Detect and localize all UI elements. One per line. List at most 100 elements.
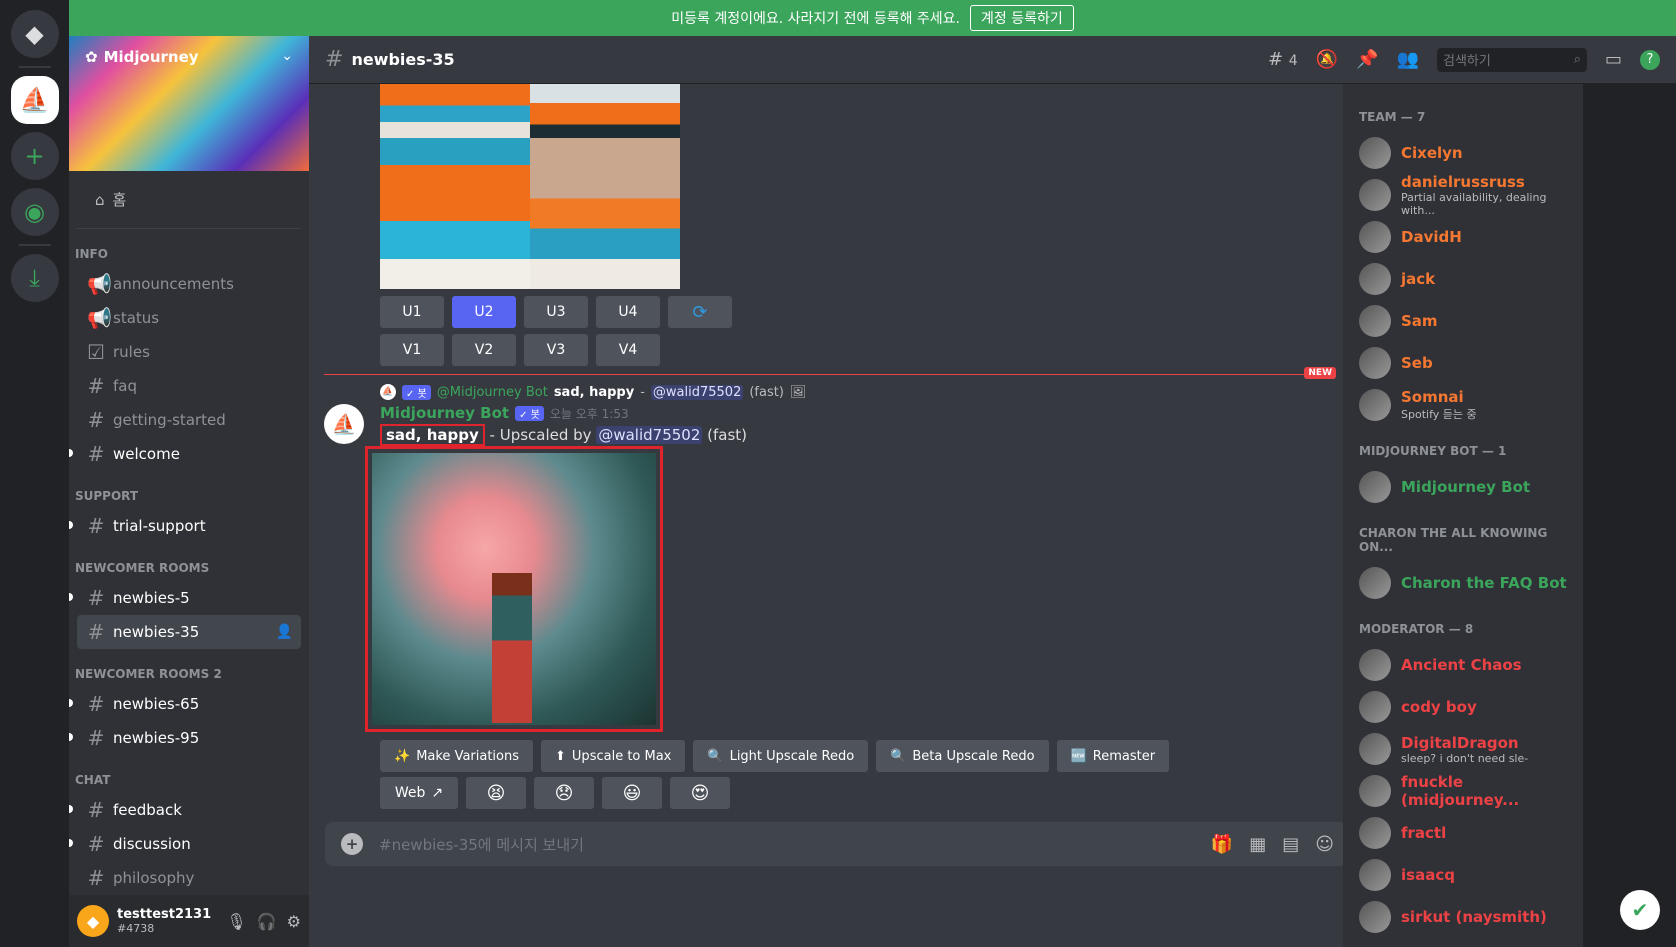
category-info[interactable]: INFO [69,229,309,267]
headphones-icon[interactable]: 🎧 [257,912,277,931]
member-item[interactable]: Cixelyn [1359,132,1575,174]
member-list-icon[interactable]: 👥 [1397,49,1419,70]
channel-label: announcements [113,275,234,293]
channel-newbies-35[interactable]: # newbies-35 👤 [77,615,301,649]
member-item[interactable]: Seb [1359,342,1575,384]
server-list: ◆ ⛵ + ◉ ⤓ [0,0,69,947]
help-icon[interactable]: ? [1640,49,1660,70]
u1-button[interactable]: U1 [380,296,444,328]
button-label: Upscale to Max [571,748,672,764]
member-name: Ancient Chaos [1401,656,1522,674]
user-avatar[interactable]: ◆ [77,905,109,937]
thread-hash-icon: # [87,692,105,716]
midjourney-server-icon[interactable]: ⛵ [10,76,59,124]
channel-feedback[interactable]: # feedback [69,793,301,827]
discord-home-icon[interactable]: ◆ [10,10,59,58]
message-composer[interactable]: + #newbies-35에 메시지 보내기 🎁 ▦ ▤ ☺ [325,822,1350,866]
v4-button[interactable]: V4 [596,334,660,366]
heart-eyes-face-icon[interactable]: 😍 [670,777,730,809]
bot-avatar[interactable]: ⛵ [324,404,364,444]
inbox-icon[interactable]: ▭ [1605,49,1622,70]
member-item[interactable]: danielrussruss Partial availability, deal… [1359,173,1575,217]
tired-face-icon[interactable]: 😫 [466,777,526,809]
member-item[interactable]: isaacq [1359,854,1575,896]
member-name: Charon the FAQ Bot [1401,574,1567,592]
u2-button[interactable]: U2 [452,296,516,328]
member-item[interactable]: fractl [1359,812,1575,854]
member-item[interactable]: Charon the FAQ Bot [1359,562,1575,604]
channel-welcome[interactable]: # welcome [69,437,301,471]
reroll-icon[interactable]: ⟳ [668,296,732,328]
gif-icon[interactable]: ▦ [1249,834,1266,855]
server-banner[interactable]: ✿ Midjourney ⌄ [69,36,309,171]
channel-discussion[interactable]: # discussion [69,827,301,861]
upscaled-image[interactable] [365,446,663,732]
member-item[interactable]: Sam [1359,300,1575,342]
thread-hash-icon: # [87,620,105,644]
upscale-to-max-button[interactable]: ⬆ Upscale to Max [541,740,686,772]
search-input[interactable]: 검색하기 ⌕ [1436,47,1587,72]
channel-status[interactable]: 📢 status [77,301,301,335]
member-item[interactable]: Somnai Spotify 듣는 중 [1359,384,1575,426]
disappointed-face-icon[interactable]: 😞 [534,777,594,809]
member-item[interactable]: Midjourney Bot [1359,466,1575,508]
member-item[interactable]: DigitalDragon sleep? i don't need sle- [1359,728,1575,770]
member-item[interactable]: cody boy [1359,686,1575,728]
member-name: Somnai [1401,388,1464,406]
threads-icon[interactable]: # 4 [1268,49,1298,70]
gift-icon[interactable]: 🎁 [1211,834,1233,855]
u3-button[interactable]: U3 [524,296,588,328]
category-newcomer-rooms-2[interactable]: NEWCOMER ROOMS 2 [69,649,309,687]
member-item[interactable]: Ancient Chaos [1359,644,1575,686]
category-newcomer-rooms[interactable]: NEWCOMER ROOMS [69,543,309,581]
channel-trial-support[interactable]: # trial-support [69,509,301,543]
channel-label: getting-started [113,411,226,429]
channel-rules[interactable]: ☑ rules [77,335,301,369]
channel-announcements[interactable]: 📢 announcements [77,267,301,301]
shield-check-icon[interactable]: ✔ [1620,890,1660,930]
download-apps-icon[interactable]: ⤓ [10,254,59,302]
make-variations-button[interactable]: ✨ Make Variations [380,740,534,772]
add-server-icon[interactable]: + [10,132,59,180]
mute-mic-icon[interactable]: 🎙 [226,912,246,931]
smiley-face-icon[interactable]: 😃 [602,777,662,809]
attach-plus-icon[interactable]: + [341,833,363,855]
member-item[interactable]: jack [1359,258,1575,300]
member-item[interactable]: DavidH [1359,216,1575,258]
light-upscale-redo-button[interactable]: 🔍 Light Upscale Redo [693,740,869,772]
invite-icon[interactable]: 👤 [276,624,293,640]
channel-newbies-95[interactable]: # newbies-95 [69,721,301,755]
message-author[interactable]: Midjourney Bot [380,404,509,422]
explore-servers-icon[interactable]: ◉ [10,188,59,236]
magnifier-icon: 🔍 [707,748,724,764]
channel-philosophy[interactable]: # philosophy [77,861,301,895]
beta-upscale-redo-button[interactable]: 🔍 Beta Upscale Redo [876,740,1049,772]
v2-button[interactable]: V2 [452,334,516,366]
variation-row: V1 V2 V3 V4 [380,334,660,366]
emoji-icon[interactable]: ☺ [1315,834,1334,855]
chevron-down-icon[interactable]: ⌄ [281,48,293,64]
channel-newbies-5[interactable]: # newbies-5 [69,581,301,615]
member-item[interactable]: fnuckle (midjourney... [1359,770,1575,812]
settings-gear-icon[interactable]: ⚙ [287,912,301,931]
channel-newbies-65[interactable]: # newbies-65 [69,687,301,721]
category-support[interactable]: SUPPORT [69,471,309,509]
notification-mute-icon[interactable]: 🔕 [1316,49,1338,70]
reply-mention[interactable]: @walid75502 [650,384,744,400]
web-button[interactable]: Web ↗ [380,777,458,809]
pin-icon[interactable]: 📌 [1356,49,1378,70]
v3-button[interactable]: V3 [524,334,588,366]
channel-getting-started[interactable]: # getting-started [77,403,301,437]
member-item[interactable]: sirkut (naysmith) [1359,896,1575,938]
channel-faq[interactable]: # faq [77,369,301,403]
register-account-button[interactable]: 계정 등록하기 [970,5,1074,31]
u4-button[interactable]: U4 [596,296,660,328]
v1-button[interactable]: V1 [380,334,444,366]
message-mention[interactable]: @walid75502 [596,426,703,444]
home-channel[interactable]: ⌂ 홈 [77,171,301,229]
reply-reference[interactable]: ⛵ ✓ 봇 @Midjourney Bot sad, happy - @wali… [380,384,806,400]
category-chat[interactable]: CHAT [69,755,309,793]
sticker-icon[interactable]: ▤ [1282,834,1299,855]
image-grid[interactable] [380,84,680,289]
remaster-button[interactable]: 🆕 Remaster [1056,740,1170,772]
